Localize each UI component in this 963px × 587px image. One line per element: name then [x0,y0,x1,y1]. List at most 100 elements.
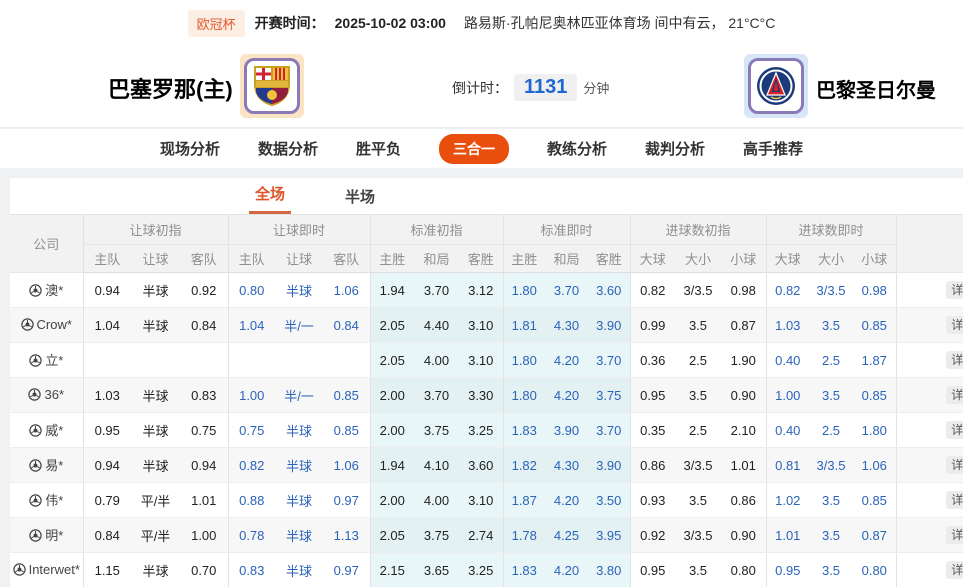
odds-cell [131,343,180,378]
odds-cell: 0.85 [853,308,896,343]
bookmaker-cell: 立* [10,343,83,378]
nav-tab[interactable]: 数据分析 [258,138,318,159]
kickoff-label: 开赛时间： [255,13,325,33]
period-tabs: 全场 半场 [10,178,963,214]
odds-cell: 3.5 [675,378,721,413]
nav-tab[interactable]: 胜平负 [356,138,401,159]
odds-cell: 2.05 [370,343,414,378]
bookmaker-name: 36* [44,387,64,402]
bookmaker-cell: 澳* [10,273,83,308]
odds-cell: 1.80 [503,343,545,378]
odds-cell: 0.90 [721,378,766,413]
odds-cell: 0.83 [228,553,275,587]
odds-cell: 4.10 [414,448,459,483]
countdown-value: 1131 [514,74,577,101]
nav-tab[interactable]: 教练分析 [547,138,607,159]
odds-cell: 2.5 [809,413,853,448]
football-icon [21,318,34,334]
group-header-standard-live: 标准即时 [503,215,630,245]
subcol-header: 主胜 [370,245,414,273]
odds-cell: 0.94 [180,448,228,483]
detail-button[interactable]: 详 [946,456,963,474]
detail-button[interactable]: 详 [946,281,963,299]
nav-tab[interactable]: 三合一 [439,134,509,164]
odds-cell: 0.83 [180,378,228,413]
table-row: Crow* 1.04 半球 0.84 1.04 半/一 0.84 2.05 4.… [10,308,963,343]
odds-cell: 1.83 [503,553,545,587]
period-tab[interactable]: 全场 [249,177,291,214]
odds-cell: 3.70 [414,378,459,413]
subcol-header: 和局 [414,245,459,273]
bookmaker-cell: 36* [10,378,83,413]
odds-cell: 0.36 [630,343,675,378]
detail-button[interactable]: 详 [946,386,963,404]
football-icon [28,388,41,404]
odds-cell: 3.5 [809,308,853,343]
group-header-handicap-live: 让球即时 [228,215,370,245]
odds-cell: 3.25 [459,413,503,448]
subcol-header: 让球 [131,245,180,273]
odds-cell [228,343,275,378]
match-info-bar: 欧冠杯 开赛时间： 2025-10-02 03:00 路易斯·孔帕尼奥林匹亚体育… [0,0,963,46]
nav-tab[interactable]: 裁判分析 [645,138,705,159]
odds-cell [83,343,131,378]
odds-cell: 3.60 [588,273,630,308]
odds-cell: 半/一 [275,378,323,413]
odds-cell: 1.04 [83,308,131,343]
odds-cell: 1.01 [766,518,809,553]
odds-cell: 1.80 [503,273,545,308]
odds-cell: 4.20 [545,553,588,587]
odds-cell: 0.98 [853,273,896,308]
odds-cell [275,343,323,378]
odds-cell: 0.97 [323,553,370,587]
odds-cell: 0.80 [853,553,896,587]
odds-cell: 1.06 [323,273,370,308]
odds-cell: 1.06 [323,448,370,483]
odds-cell: 3/3.5 [809,273,853,308]
odds-cell: 半球 [131,378,180,413]
subcol-header: 让球 [275,245,323,273]
content-area: 全场半场 公司 让球初指 让球即时 标准初指 标准即时 进球数初 [0,168,963,587]
odds-cell: 0.85 [323,378,370,413]
odds-cell: 3.70 [414,273,459,308]
detail-button[interactable]: 详 [946,561,963,579]
odds-cell: 3.5 [809,553,853,587]
subcol-header: 主队 [83,245,131,273]
odds-cell: 3.25 [459,553,503,587]
odds-cell: 4.30 [545,308,588,343]
nav-tab[interactable]: 现场分析 [160,138,220,159]
analysis-nav: 现场分析 数据分析 胜平负 三合一 教练分析 裁判分析 高手推荐 [0,128,963,168]
odds-cell: 3.70 [545,273,588,308]
nav-tab[interactable]: 高手推荐 [743,138,803,159]
odds-cell: 1.00 [228,378,275,413]
odds-cell: 3.5 [809,378,853,413]
table-row: Interwet* 1.15 半球 0.70 0.83 半球 0.97 2.15… [10,553,963,587]
odds-table: 公司 让球初指 让球即时 标准初指 标准即时 进球数初指 进球数即时 历史 主队… [10,214,963,587]
period-tab[interactable]: 半场 [339,180,381,214]
odds-cell: 0.82 [630,273,675,308]
odds-cell: 0.87 [721,308,766,343]
odds-cell: 4.40 [414,308,459,343]
odds-cell: 2.5 [809,343,853,378]
odds-card: 全场半场 公司 让球初指 让球即时 标准初指 标准即时 进球数初 [10,178,963,587]
bookmaker-cell: Interwet* [10,553,83,587]
detail-button[interactable]: 详 [946,491,963,509]
detail-button[interactable]: 详 [946,316,963,334]
odds-cell: 3/3.5 [809,448,853,483]
detail-button[interactable]: 详 [946,421,963,439]
detail-button[interactable]: 详 [946,526,963,544]
odds-cell: 0.86 [630,448,675,483]
odds-cell: 0.35 [630,413,675,448]
subcol-header: 客胜 [588,245,630,273]
odds-cell: 2.05 [370,308,414,343]
detail-button[interactable]: 详 [946,351,963,369]
odds-cell: 3.90 [588,448,630,483]
history-cell: 详统 [896,553,963,587]
odds-cell: 3.65 [414,553,459,587]
league-badge: 欧冠杯 [188,10,245,37]
odds-cell: 3.5 [675,308,721,343]
odds-cell: 1.04 [228,308,275,343]
history-cell: 详统 [896,273,963,308]
odds-cell: 2.5 [675,413,721,448]
odds-cell: 3.10 [459,483,503,518]
